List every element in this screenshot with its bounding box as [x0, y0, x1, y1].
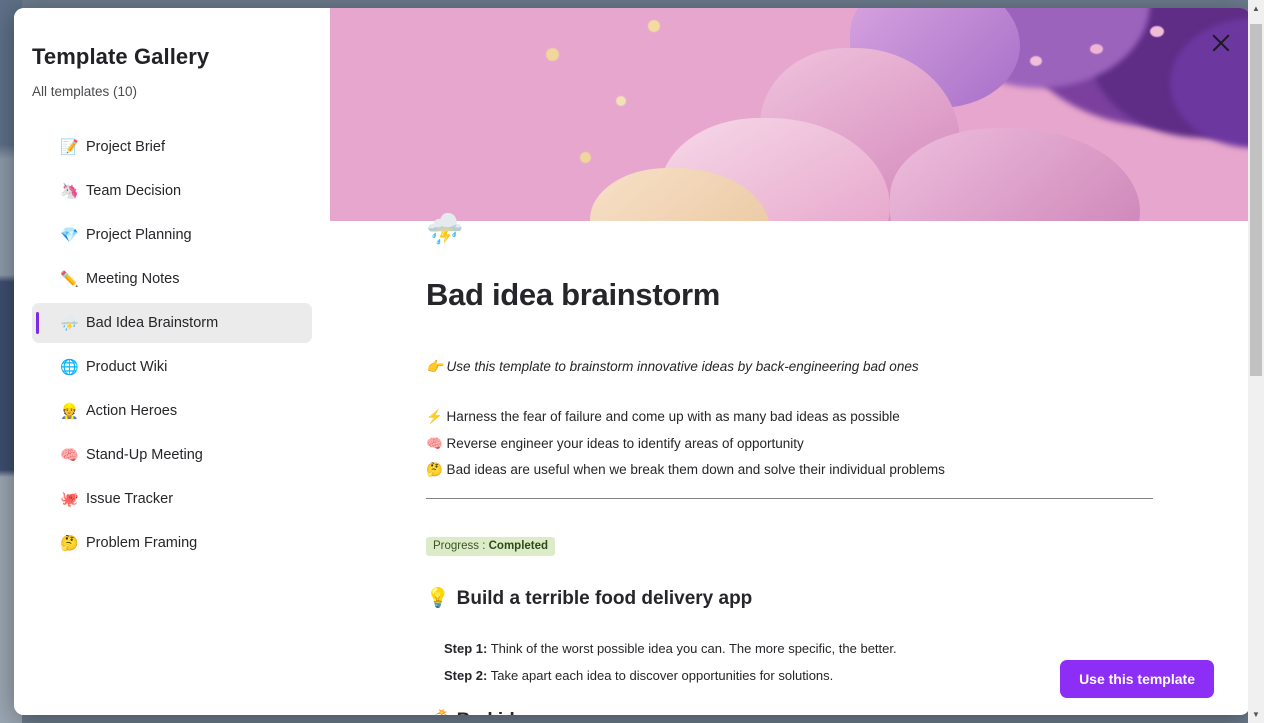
step-item: Step 1: Think of the worst possible idea…: [444, 641, 897, 656]
sidebar-item-label: Product Wiki: [86, 359, 168, 375]
steps-list: Step 1: Think of the worst possible idea…: [444, 641, 897, 695]
status-badge: Progress : Completed: [426, 537, 556, 556]
section-heading-bad-ideas: 💣 Bad ideas: [426, 708, 546, 715]
template-sidebar: Template Gallery All templates (10) 📝 Pro…: [14, 8, 330, 715]
template-document: ⛈️ Bad idea brainstorm 👉 Use this templa…: [330, 215, 1232, 715]
sidebar-item-project-brief[interactable]: 📝 Project Brief: [32, 127, 312, 167]
scroll-down-arrow-icon[interactable]: ▼: [1248, 706, 1264, 723]
status-badge-label: Progress :: [433, 540, 486, 552]
status-badge-value: Completed: [488, 540, 549, 552]
sidebar-item-label: Problem Framing: [86, 535, 198, 551]
bomb-icon: 💣: [426, 710, 450, 715]
section-heading-food: 💡 Build a terrible food delivery app: [426, 586, 752, 610]
construction-worker-icon: 👷: [60, 402, 79, 420]
use-this-template-button[interactable]: Use this template: [1060, 660, 1214, 698]
sidebar-item-label: Project Planning: [86, 227, 192, 243]
sidebar-item-label: Stand-Up Meeting: [86, 447, 203, 463]
sidebar-item-problem-framing[interactable]: 🤔 Problem Framing: [32, 523, 312, 563]
document-bullet: 🤔 Bad ideas are useful when we break the…: [426, 462, 945, 477]
brain-icon: 🧠: [60, 446, 79, 464]
divider: [426, 498, 1153, 499]
modal-scrollbar[interactable]: ▲ ▼: [1248, 0, 1264, 723]
globe-icon: 🌐: [60, 358, 79, 376]
step-text: Take apart each idea to discover opportu…: [490, 668, 834, 683]
sidebar-item-action-heroes[interactable]: 👷 Action Heroes: [32, 391, 312, 431]
sidebar-item-product-wiki[interactable]: 🌐 Product Wiki: [32, 347, 312, 387]
sidebar-item-project-planning[interactable]: 💎 Project Planning: [32, 215, 312, 255]
sidebar-item-label: Action Heroes: [86, 403, 178, 419]
template-preview-pane: ⛈️ Bad idea brainstorm 👉 Use this templa…: [330, 8, 1250, 715]
page-title: Template Gallery: [32, 44, 210, 69]
sidebar-item-label: Project Brief: [86, 139, 165, 155]
cover-image: [330, 8, 1248, 221]
thinking-face-icon: 🤔: [60, 534, 79, 552]
template-list: 📝 Project Brief 🦄 Team Decision 💎 Project Pla…: [14, 127, 330, 563]
sidebar-item-stand-up-meeting[interactable]: 🧠 Stand-Up Meeting: [32, 435, 312, 475]
document-bullet: 🧠 Reverse engineer your ideas to identif…: [426, 435, 804, 451]
sidebar-item-label: Bad Idea Brainstorm: [86, 315, 219, 331]
gem-icon: 💎: [60, 226, 79, 244]
scrollbar-thumb[interactable]: [1250, 24, 1262, 376]
section-heading-food-text: Build a terrible food delivery app: [456, 588, 753, 609]
close-icon[interactable]: [1208, 30, 1234, 56]
unicorn-icon: 🦄: [60, 182, 79, 200]
step-label: Step 2:: [444, 668, 488, 683]
document-bullet: ⚡ Harness the fear of failure and come u…: [426, 409, 900, 424]
document-title: Bad idea brainstorm: [426, 277, 721, 312]
lightbulb-icon: 💡: [426, 588, 450, 609]
sidebar-item-label: Team Decision: [86, 183, 182, 199]
template-gallery-modal: Template Gallery All templates (10) 📝 Pro…: [14, 8, 1250, 715]
memo-icon: 📝: [60, 138, 79, 156]
section-heading-bad-ideas-text: Bad ideas: [457, 710, 547, 715]
document-bullet-list: ⚡ Harness the fear of failure and come u…: [426, 409, 945, 489]
step-label: Step 1:: [444, 641, 488, 656]
storm-cloud-icon: ⛈️: [60, 314, 79, 332]
sidebar-item-meeting-notes[interactable]: ✏️ Meeting Notes: [32, 259, 312, 299]
step-text: Think of the worst possible idea you can…: [490, 641, 897, 656]
sidebar-item-label: Issue Tracker: [86, 491, 174, 507]
scroll-up-arrow-icon[interactable]: ▲: [1248, 0, 1264, 17]
octopus-icon: 🐙: [60, 490, 79, 508]
pencil-icon: ✏️: [60, 270, 79, 288]
sidebar-item-label: Meeting Notes: [86, 271, 180, 287]
document-intro: 👉 Use this template to brainstorm innova…: [426, 359, 919, 374]
sidebar-item-bad-idea-brainstorm[interactable]: ⛈️ Bad Idea Brainstorm: [32, 303, 312, 343]
template-count: All templates (10): [32, 84, 138, 99]
sidebar-item-issue-tracker[interactable]: 🐙 Issue Tracker: [32, 479, 312, 519]
sidebar-item-team-decision[interactable]: 🦄 Team Decision: [32, 171, 312, 211]
document-emoji-icon: ⛈️: [426, 213, 464, 246]
step-item: Step 2: Take apart each idea to discover…: [444, 668, 897, 683]
